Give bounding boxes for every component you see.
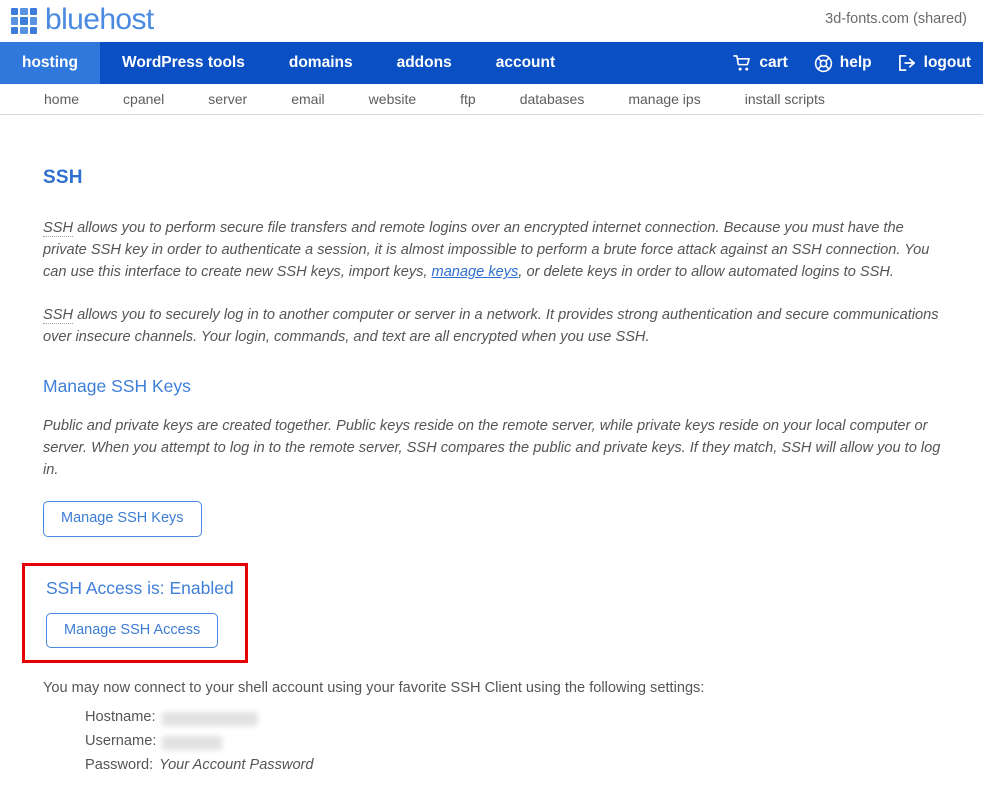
password-value: Your Account Password (159, 756, 314, 773)
manage-keys-link[interactable]: manage keys (432, 264, 519, 280)
primary-nav: hosting WordPress tools domains addons a… (0, 42, 983, 84)
subnav-item-cpanel[interactable]: cpanel (101, 91, 186, 107)
brand-logo[interactable]: bluehost (6, 2, 154, 38)
logout-button[interactable]: logout (898, 54, 971, 72)
manage-keys-description: Public and private keys are created toge… (43, 417, 941, 479)
credentials-list: Hostname: Username: Password: Your Accou… (85, 706, 943, 777)
subnav-item-manage-ips[interactable]: manage ips (606, 91, 722, 107)
brand-name: bluehost (45, 2, 154, 36)
credential-row-hostname: Hostname: (85, 706, 943, 730)
subnav-item-server[interactable]: server (186, 91, 269, 107)
logout-label: logout (923, 54, 971, 71)
ssh-abbr: SSH (43, 220, 74, 237)
paragraph-1-part-b: , or delete keys in order to allow autom… (518, 264, 894, 281)
cart-button[interactable]: cart (733, 54, 788, 72)
subnav-item-install-scripts[interactable]: install scripts (723, 91, 847, 107)
password-label: Password: (85, 756, 154, 773)
intro-paragraph-1: SSH allows you to perform secure file tr… (43, 217, 943, 284)
subnav-item-ftp[interactable]: ftp (438, 91, 498, 107)
grid-squares-icon (11, 8, 37, 34)
nav-item-hosting[interactable]: hosting (0, 42, 100, 84)
manage-ssh-access-button[interactable]: Manage SSH Access (46, 612, 219, 649)
logout-arrow-icon (898, 54, 917, 72)
paragraph-2-text: allows you to securely log in to another… (43, 306, 939, 345)
hostname-value-redacted (161, 712, 258, 727)
credential-row-username: Username: (85, 730, 943, 754)
hostname-label: Hostname: (85, 709, 156, 726)
nav-item-domains[interactable]: domains (267, 42, 375, 84)
ssh-abbr-2: SSH (43, 306, 74, 324)
ssh-access-status: SSH Access is: Enabled (46, 577, 234, 598)
top-bar: bluehost 3d-fonts.com (shared) (0, 0, 983, 42)
help-button[interactable]: help (814, 54, 872, 73)
nav-item-wordpress-tools[interactable]: WordPress tools (100, 42, 267, 84)
account-label: 3d-fonts.com (shared) (825, 11, 967, 27)
life-ring-icon (814, 54, 833, 73)
credential-row-password: Password: Your Account Password (85, 754, 943, 778)
ssh-access-highlight-box: SSH Access is: Enabled Manage SSH Access (22, 562, 248, 664)
main-content: SSH SSH allows you to perform secure fil… (0, 115, 983, 800)
manage-ssh-keys-heading: Manage SSH Keys (43, 375, 191, 396)
manage-ssh-keys-button[interactable]: Manage SSH Keys (43, 501, 202, 537)
connect-instructions: You may now connect to your shell accoun… (43, 680, 705, 697)
cart-icon (733, 54, 752, 72)
subnav-item-databases[interactable]: databases (498, 91, 607, 107)
page-title: SSH (43, 167, 83, 188)
username-label: Username: (85, 733, 157, 750)
help-label: help (839, 54, 872, 71)
subnav-item-home[interactable]: home (22, 91, 101, 107)
nav-item-addons[interactable]: addons (375, 42, 474, 84)
nav-item-account[interactable]: account (474, 42, 577, 84)
username-value-redacted (162, 735, 223, 750)
intro-paragraph-2: SSH allows you to securely log in to ano… (43, 304, 943, 348)
subnav-item-email[interactable]: email (269, 91, 346, 107)
cart-label: cart (759, 54, 788, 71)
subnav-item-website[interactable]: website (347, 91, 438, 107)
secondary-nav: home cpanel server email website ftp dat… (0, 84, 983, 115)
